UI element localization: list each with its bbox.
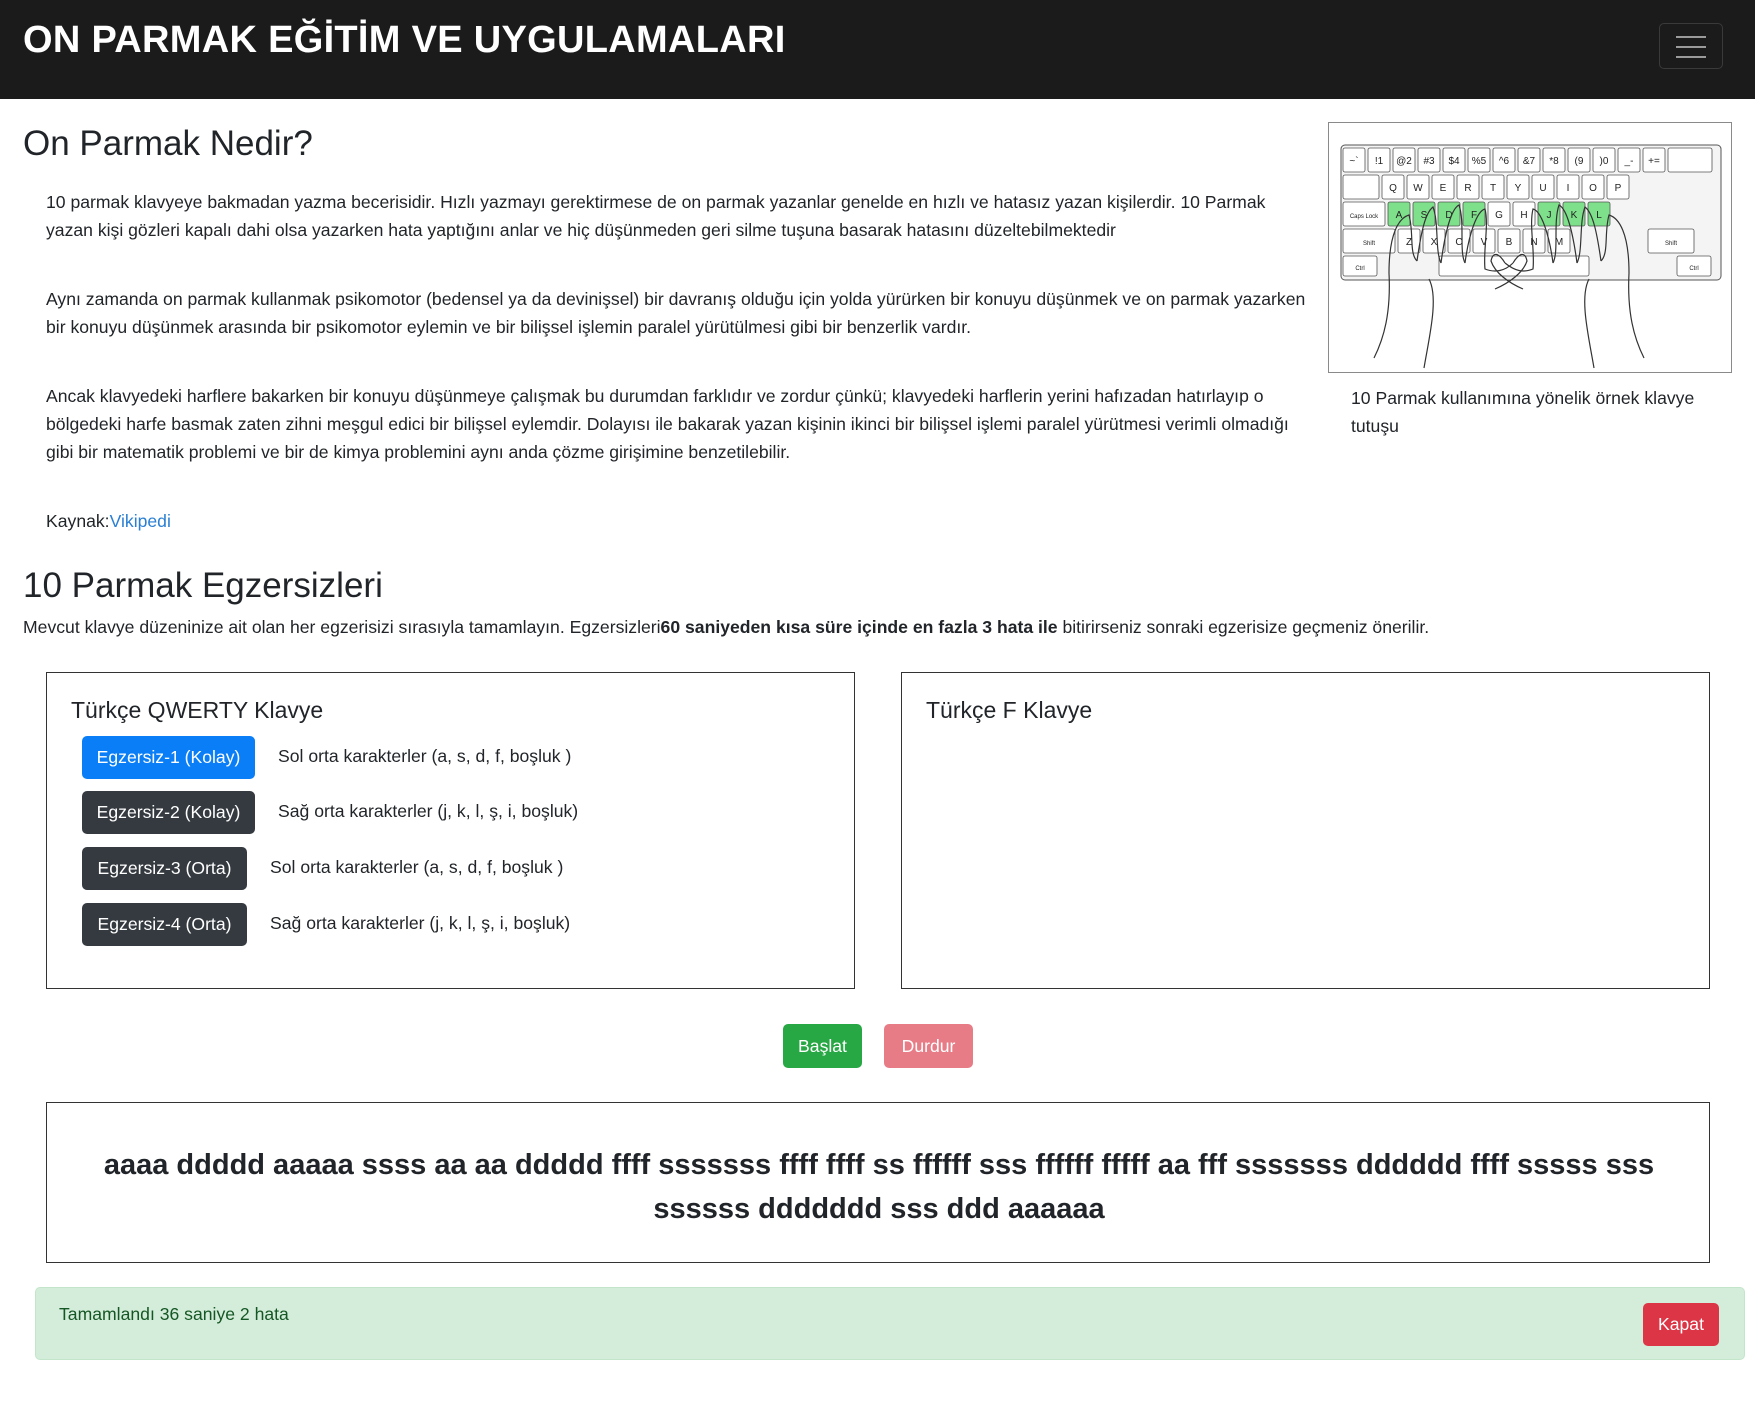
key-ctrl-right-label: Ctrl [1689, 266, 1698, 272]
exercises-title: 10 Parmak Egzersizleri [23, 566, 383, 605]
menu-toggle-button[interactable] [1659, 23, 1723, 69]
practice-box: aaaa ddddd aaaaa ssss aa aa ddddd ffff s… [46, 1102, 1710, 1263]
key-shift-right-label: Shift [1665, 241, 1677, 247]
exercise-3-description: Sol orta karakterler (a, s, d, f, boşluk… [270, 857, 564, 877]
key-tab [1342, 174, 1380, 200]
key-caps-lock-label: Caps Lock [1350, 214, 1379, 220]
key-11-label: _- [1624, 156, 1634, 167]
instruction-text-end: bitirirseniz sonraki egzerisize geçmeniz… [1057, 617, 1430, 637]
key-e-label: E [1440, 183, 1447, 194]
exercise-4-button[interactable]: Egzersiz-4 (Orta) [82, 903, 247, 946]
key-7-label: &7 [1523, 156, 1536, 167]
key-2-label: @2 [1396, 156, 1412, 167]
key-ctrl-left-label: Ctrl [1355, 266, 1364, 272]
stop-button[interactable]: Durdur [884, 1024, 973, 1068]
exercise-1-description: Sol orta karakterler (a, s, d, f, boşluk… [278, 746, 572, 766]
key-4-label: $4 [1448, 156, 1460, 167]
key-p-label: P [1615, 183, 1622, 194]
key-shift-left-label: Shift [1363, 241, 1375, 247]
key-space [1438, 255, 1590, 277]
key-g-label: G [1495, 210, 1503, 221]
key-1-label: !1 [1375, 156, 1384, 167]
hamburger-icon-line [1676, 56, 1706, 58]
exercise-1-button[interactable]: Egzersiz-1 (Kolay) [82, 736, 255, 779]
brand-title[interactable]: ON PARMAK EĞİTİM VE UYGULAMALARI [23, 19, 786, 62]
hamburger-icon [1676, 36, 1706, 38]
result-alert: Tamamlandı 36 saniye 2 hata Kapat [35, 1287, 1745, 1360]
key-n-label: N [1530, 237, 1537, 248]
source-line: Kaynak:Vikipedi [46, 507, 1306, 535]
keyboard-hands-illustration: ~` !1 @2 #3 $4 %5 ^6 &7 *8 (9 )0 _- += Q W E R T Y U I O P Caps… [1340, 144, 1722, 369]
key-5-label: %5 [1472, 156, 1487, 167]
exercise-2-button[interactable]: Egzersiz-2 (Kolay) [82, 791, 255, 834]
exercise-4-description: Sağ orta karakterler (j, k, l, ş, i, boş… [270, 913, 571, 933]
key-y-label: Y [1515, 183, 1522, 194]
key-i-label: I [1567, 183, 1570, 194]
key-k-label: K [1571, 210, 1578, 221]
exercise-3-button[interactable]: Egzersiz-3 (Orta) [82, 847, 247, 890]
qwerty-panel: Türkçe QWERTY Klavye Egzersiz-1 (Kolay) … [46, 672, 855, 989]
key-l-label: L [1596, 210, 1602, 221]
figure-caption: 10 Parmak kullanımına yönelik örnek klav… [1351, 388, 1695, 436]
key-0-label: ~` [1349, 155, 1358, 167]
intro-paragraph: 10 parmak klavyeye bakmadan yazma beceri… [46, 192, 1266, 240]
intro-title: On Parmak Nedir? [23, 124, 313, 163]
key-9-label: (9 [1575, 156, 1584, 167]
instruction-emphasis: 60 saniyeden kısa süre içinde en fazla 3… [660, 617, 1058, 637]
keyboard-figure: ~` !1 @2 #3 $4 %5 ^6 &7 *8 (9 )0 _- += Q W E R T Y U I O P Caps… [1328, 122, 1732, 373]
practice-text: aaaa ddddd aaaaa ssss aa aa ddddd ffff s… [103, 1149, 1655, 1225]
intro-paragraph: Ancak klavyedeki harflere bakarken bir k… [46, 386, 1289, 462]
exercise-2-description: Sağ orta karakterler (j, k, l, ş, i, boş… [278, 801, 579, 821]
key-backspace [1667, 147, 1713, 173]
navbar: ON PARMAK EĞİTİM VE UYGULAMALARI [0, 0, 1755, 99]
key-12-label: += [1648, 156, 1660, 167]
qwerty-panel-title: Türkçe QWERTY Klavye [71, 697, 324, 723]
key-z-label: Z [1406, 237, 1412, 248]
key-o-label: O [1589, 183, 1597, 194]
intro-paragraph: Aynı zamanda on parmak kullanmak psikomo… [46, 289, 1306, 337]
f-keyboard-panel-title: Türkçe F Klavye [926, 697, 1093, 723]
source-link[interactable]: Vikipedi [110, 511, 171, 531]
instruction-text: Mevcut klavye düzeninize ait olan her eg… [23, 617, 661, 637]
key-t-label: T [1490, 183, 1496, 194]
start-button[interactable]: Başlat [783, 1024, 862, 1068]
key-b-label: B [1506, 237, 1513, 248]
key-u-label: U [1539, 183, 1546, 194]
key-8-label: *8 [1549, 156, 1559, 167]
close-button[interactable]: Kapat [1643, 1303, 1719, 1346]
key-10-label: )0 [1600, 156, 1609, 167]
key-h-label: H [1520, 210, 1527, 221]
f-keyboard-panel: Türkçe F Klavye [901, 672, 1710, 989]
key-r-label: R [1464, 183, 1471, 194]
result-message: Tamamlandı 36 saniye 2 hata [59, 1304, 289, 1324]
key-6-label: ^6 [1499, 156, 1510, 167]
exercises-instruction: Mevcut klavye düzeninize ait olan her eg… [23, 617, 1429, 638]
key-q-label: Q [1389, 183, 1397, 194]
key-w-label: W [1413, 183, 1423, 194]
hamburger-icon-line [1676, 46, 1706, 48]
key-j-label: J [1547, 210, 1552, 221]
key-3-label: #3 [1423, 156, 1435, 167]
key-v-label: V [1481, 237, 1488, 248]
source-label: Kaynak: [46, 511, 110, 531]
